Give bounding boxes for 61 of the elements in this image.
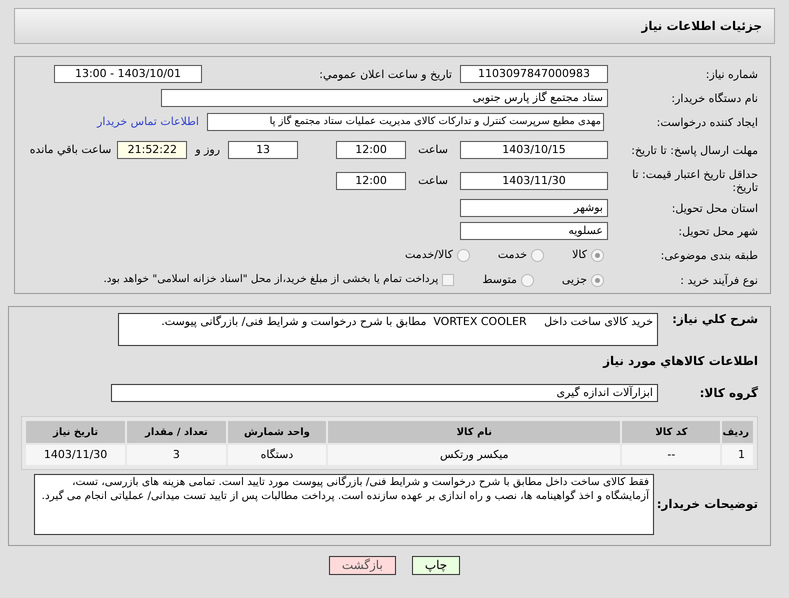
announce-date-field[interactable]: 1403/10/01 - 13:00 (54, 65, 202, 83)
radio-button[interactable] (520, 274, 534, 286)
goods-group-field[interactable]: ابزارآلات اندازه گیری (111, 384, 658, 402)
treasury-note: پرداخت تمام یا بخشی از مبلغ خرید،از محل "اسناد خزانه اسلامی" خواهد بود. (103, 272, 438, 288)
radio-label: کالا (572, 246, 587, 263)
field-label: تاریخ و ساعت اعلان عمومي: (318, 68, 452, 80)
province-field[interactable]: بوشهر (460, 199, 608, 217)
back-button[interactable]: بازگشت (328, 556, 396, 575)
summary-textarea[interactable]: خرید کالای ساخت داخل VORTEX COOLER مطابق با شرح درخواست و شرایط فنی/ بازرگانی پیوست. (118, 313, 658, 346)
field-label: حداقل تاریخ اعتبار قیمت: تا تاریخ: (631, 168, 758, 194)
field-label: روز و (195, 142, 220, 158)
section-heading: اطلاعات کالاهاي مورد نیاز (602, 353, 758, 370)
field-label: نام دستگاه خریدار: (670, 92, 758, 104)
field-label: ساعت (418, 142, 448, 158)
radio-button[interactable] (456, 248, 470, 262)
field-label: شرح کلي نیاز: (671, 313, 758, 326)
table-cell: -- (622, 445, 720, 465)
table-cell: دستگاه (228, 445, 326, 465)
field-label: نوع فرآیند خرید : (679, 274, 758, 286)
table-cell: 3 (127, 445, 226, 465)
validity-time-field[interactable]: 12:00 (336, 172, 406, 190)
table-cell: 1403/11/30 (26, 445, 126, 465)
radio-label: متوسط (482, 272, 517, 288)
field-label: توضیحات خریدار: (658, 498, 758, 511)
radio-button[interactable] (591, 274, 604, 286)
radio-label: جزیی (562, 272, 587, 288)
checkbox[interactable] (442, 274, 454, 286)
deadline-date-field[interactable]: 1403/10/15 (460, 141, 608, 159)
validity-date-field[interactable]: 1403/11/30 (460, 172, 608, 190)
remaining-time-field[interactable]: 21:52:22 (117, 141, 188, 159)
city-field[interactable]: عسلویه (460, 222, 608, 240)
page-title: جزئیات اطلاعات نیاز (641, 18, 762, 35)
field-label: شماره نیاز: (704, 68, 758, 80)
table-cell: 1 (722, 445, 753, 465)
table-cell: میکسر ورتکس (328, 445, 620, 465)
buyer-contact-link[interactable]: اطلاعات تماس خریدار (97, 114, 199, 130)
field-label: گروه کالا: (698, 386, 758, 400)
column-header: تاریخ نیاز (26, 421, 126, 443)
column-header: ردیف (722, 421, 753, 443)
column-header: تعداد / مقدار (127, 421, 226, 443)
buyer-notes-textarea[interactable]: فقط کالای ساخت داخل مطابق با شرح درخواست و شرایط فنی/ بازرگانی پیوست مورد تایید است. تمامی هزینه های بازرسی، تست، آزمایشگاه و اخذ گواهینامه ها، نصب و راه اندازی بر عهده سازنده است. پرداخت مطالبات پس از تایید تست میدانی/ عملیاتی انجام می گیرد. (34, 474, 654, 535)
buyer-name-field[interactable]: ستاد مجتمع گاز پارس جنوبی (161, 89, 608, 107)
days-field[interactable]: 13 (228, 141, 298, 159)
radio-button[interactable] (531, 248, 544, 262)
field-label: مهلت ارسال پاسخ: تا تاریخ: (630, 144, 758, 156)
field-label: طبقه بندی موضوعی: (660, 248, 758, 262)
column-header: نام کالا (328, 421, 620, 443)
field-label: استان محل تحویل: (670, 202, 758, 214)
field-label: ساعت باقي مانده (30, 142, 112, 158)
radio-button[interactable] (591, 248, 604, 262)
column-header: کد کالا (622, 421, 720, 443)
print-button[interactable]: چاپ (412, 556, 460, 575)
radio-label: کالا/خدمت (405, 246, 453, 263)
field-label: ساعت (418, 172, 448, 189)
creator-field[interactable]: مهدی مطیع سرپرست کنترل و تدارکات کالای مدیریت عملیات ستاد مجتمع گاز پا (207, 113, 604, 131)
radio-label: خدمت (498, 246, 528, 263)
field-label: ایجاد کننده درخواست: (656, 116, 758, 128)
need-number-field[interactable]: 1103097847000983 (460, 65, 608, 83)
field-label: شهر محل تحویل: (677, 224, 758, 238)
deadline-time-field[interactable]: 12:00 (336, 141, 406, 159)
column-header: واحد شمارش (228, 421, 326, 443)
